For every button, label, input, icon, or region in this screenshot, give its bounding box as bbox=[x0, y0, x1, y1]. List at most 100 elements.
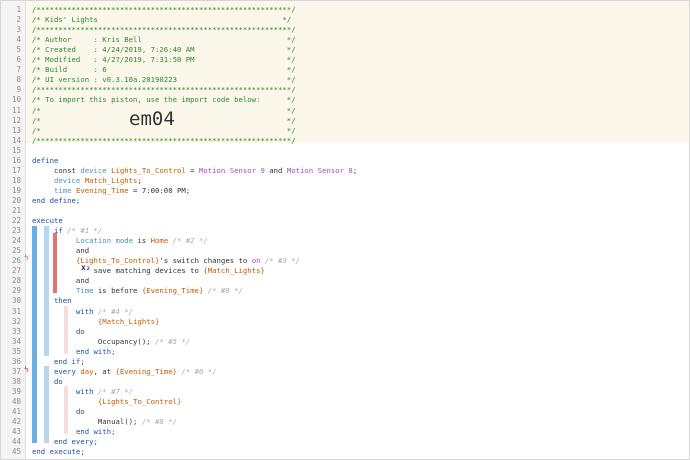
line-number: 31 bbox=[11, 306, 21, 316]
line-number: 40 bbox=[11, 396, 21, 406]
line-number: 6 bbox=[16, 55, 21, 65]
code-token: Manual(); bbox=[32, 417, 142, 427]
code-token: Location mode bbox=[75, 236, 134, 246]
line-number: 44 bbox=[11, 437, 21, 447]
line-number: 39 bbox=[11, 386, 21, 396]
line-number: 45 bbox=[11, 447, 21, 457]
code-token: , at bbox=[93, 366, 116, 376]
code-line: execute bbox=[32, 216, 63, 226]
code-line: define bbox=[32, 156, 58, 166]
code-token: Match_Lights bbox=[84, 175, 138, 185]
code-token: /* Modified : 4/27/2019, 7:31:50 PM */ bbox=[32, 55, 296, 65]
line-number: 41 bbox=[11, 407, 21, 416]
code-token: /* Kids' Lights */ bbox=[32, 15, 292, 25]
code-token: Time bbox=[75, 286, 94, 296]
line-number: 13 bbox=[11, 125, 21, 135]
code-token: {Match_Lights} bbox=[203, 266, 265, 276]
line-number: 33 bbox=[11, 326, 21, 336]
line-number: 18 bbox=[11, 175, 21, 185]
code-line: end if; bbox=[32, 357, 85, 367]
code-token: end define; bbox=[32, 195, 81, 205]
code-line: do bbox=[32, 407, 85, 417]
code-token: end execute; bbox=[32, 447, 85, 457]
code-token: and bbox=[264, 165, 287, 175]
code-token: /* #1 */ bbox=[67, 226, 103, 236]
code-line: with /* #4 */ bbox=[32, 307, 133, 317]
line-number: 32 bbox=[11, 316, 21, 326]
code-token: with bbox=[75, 306, 98, 316]
code-token: /* Created : 4/24/2019, 7:26:40 AM */ bbox=[32, 45, 296, 55]
code-token: time bbox=[53, 185, 76, 195]
code-line: /* Modified : 4/27/2019, 7:31:50 PM */ bbox=[32, 55, 296, 65]
code-token: /* UI version : v0.3.10a.20190223 */ bbox=[32, 75, 296, 85]
code-token: save matching devices to bbox=[32, 266, 204, 276]
line-number: 15 bbox=[11, 145, 21, 155]
code-token: do bbox=[75, 407, 85, 416]
code-line: Location mode is Home /* #2 */ bbox=[32, 236, 208, 246]
code-editor: 1 2 3 4 5 6 7 8 9 10 11 12 13 14 15 16 17 18 19 20 21 22 23 24 2… bbox=[0, 0, 690, 460]
code-token: const bbox=[32, 165, 81, 175]
code-line: with /* #7 */ bbox=[32, 387, 133, 397]
code-token: do bbox=[75, 326, 85, 336]
import-code: em04 bbox=[129, 108, 175, 130]
code-token: /* #3 */ bbox=[260, 256, 301, 266]
code-token: and bbox=[32, 246, 90, 256]
code-line: const device Lights_To_Control = Motion … bbox=[32, 166, 357, 176]
code-token: Occupancy(); bbox=[32, 336, 156, 346]
code-token: /* Author : Kris Bell */ bbox=[32, 35, 296, 45]
line-number: 4 bbox=[16, 35, 21, 45]
line-number: 1 bbox=[16, 5, 21, 14]
line-number: 36 bbox=[11, 356, 21, 366]
code-token: Lights_To_Control bbox=[111, 165, 186, 175]
line-number: 28 bbox=[11, 276, 21, 286]
line-number: 43 bbox=[11, 427, 21, 437]
code-token: {Evening_Time} bbox=[115, 366, 177, 376]
code-token: ; bbox=[352, 165, 358, 175]
code-token: {Lights_To_Control} bbox=[97, 396, 182, 406]
code-token: do bbox=[53, 376, 63, 386]
trigger-bolt-icon: ϟ bbox=[24, 253, 29, 262]
line-number: 25 bbox=[11, 246, 21, 256]
code-token: /* #9 */ bbox=[203, 286, 243, 296]
line-number: 34 bbox=[11, 336, 21, 346]
line-number: 5 bbox=[16, 45, 21, 55]
code-line: end with; bbox=[32, 427, 116, 437]
code-line: Time is before {Evening_Time} /* #9 */ bbox=[32, 286, 243, 296]
timer-bolt-icon: ϟ bbox=[24, 365, 29, 374]
code-token: {Evening_Time} bbox=[141, 286, 204, 296]
code-line: and bbox=[32, 246, 89, 256]
line-number: 30 bbox=[11, 296, 21, 306]
code-line: end execute; bbox=[32, 447, 85, 457]
code-line: Manual(); /* #8 */ bbox=[32, 417, 177, 427]
code-token: 's switch changes to bbox=[159, 256, 252, 266]
code-token: and bbox=[32, 276, 90, 286]
line-number: 37 bbox=[11, 366, 21, 376]
code-line: {Lights_To_Control} bbox=[32, 397, 181, 407]
line-number: 14 bbox=[11, 135, 21, 145]
code-token: device bbox=[53, 175, 85, 185]
code-line: /* Author : Kris Bell */ bbox=[32, 35, 296, 45]
code-line: device Match_Lights; bbox=[32, 176, 142, 186]
code-token: is before bbox=[93, 286, 142, 296]
code-token: then bbox=[53, 296, 72, 306]
code-token: end with; bbox=[75, 427, 116, 437]
save-task-icon: x₂ bbox=[81, 263, 91, 272]
code-line: /***************************************… bbox=[32, 85, 296, 95]
code-line: /* UI version : v0.3.10a.20190223 */ bbox=[32, 75, 296, 85]
code-token: day bbox=[80, 366, 94, 376]
code-token: /* #8 */ bbox=[141, 417, 177, 427]
code-line: end define; bbox=[32, 196, 80, 206]
code-token: /* #2 */ bbox=[168, 236, 208, 246]
code-line: /***************************************… bbox=[32, 25, 296, 35]
line-number: 21 bbox=[11, 206, 21, 215]
code-line: save matching devices to {Match_Lights} bbox=[32, 266, 265, 276]
